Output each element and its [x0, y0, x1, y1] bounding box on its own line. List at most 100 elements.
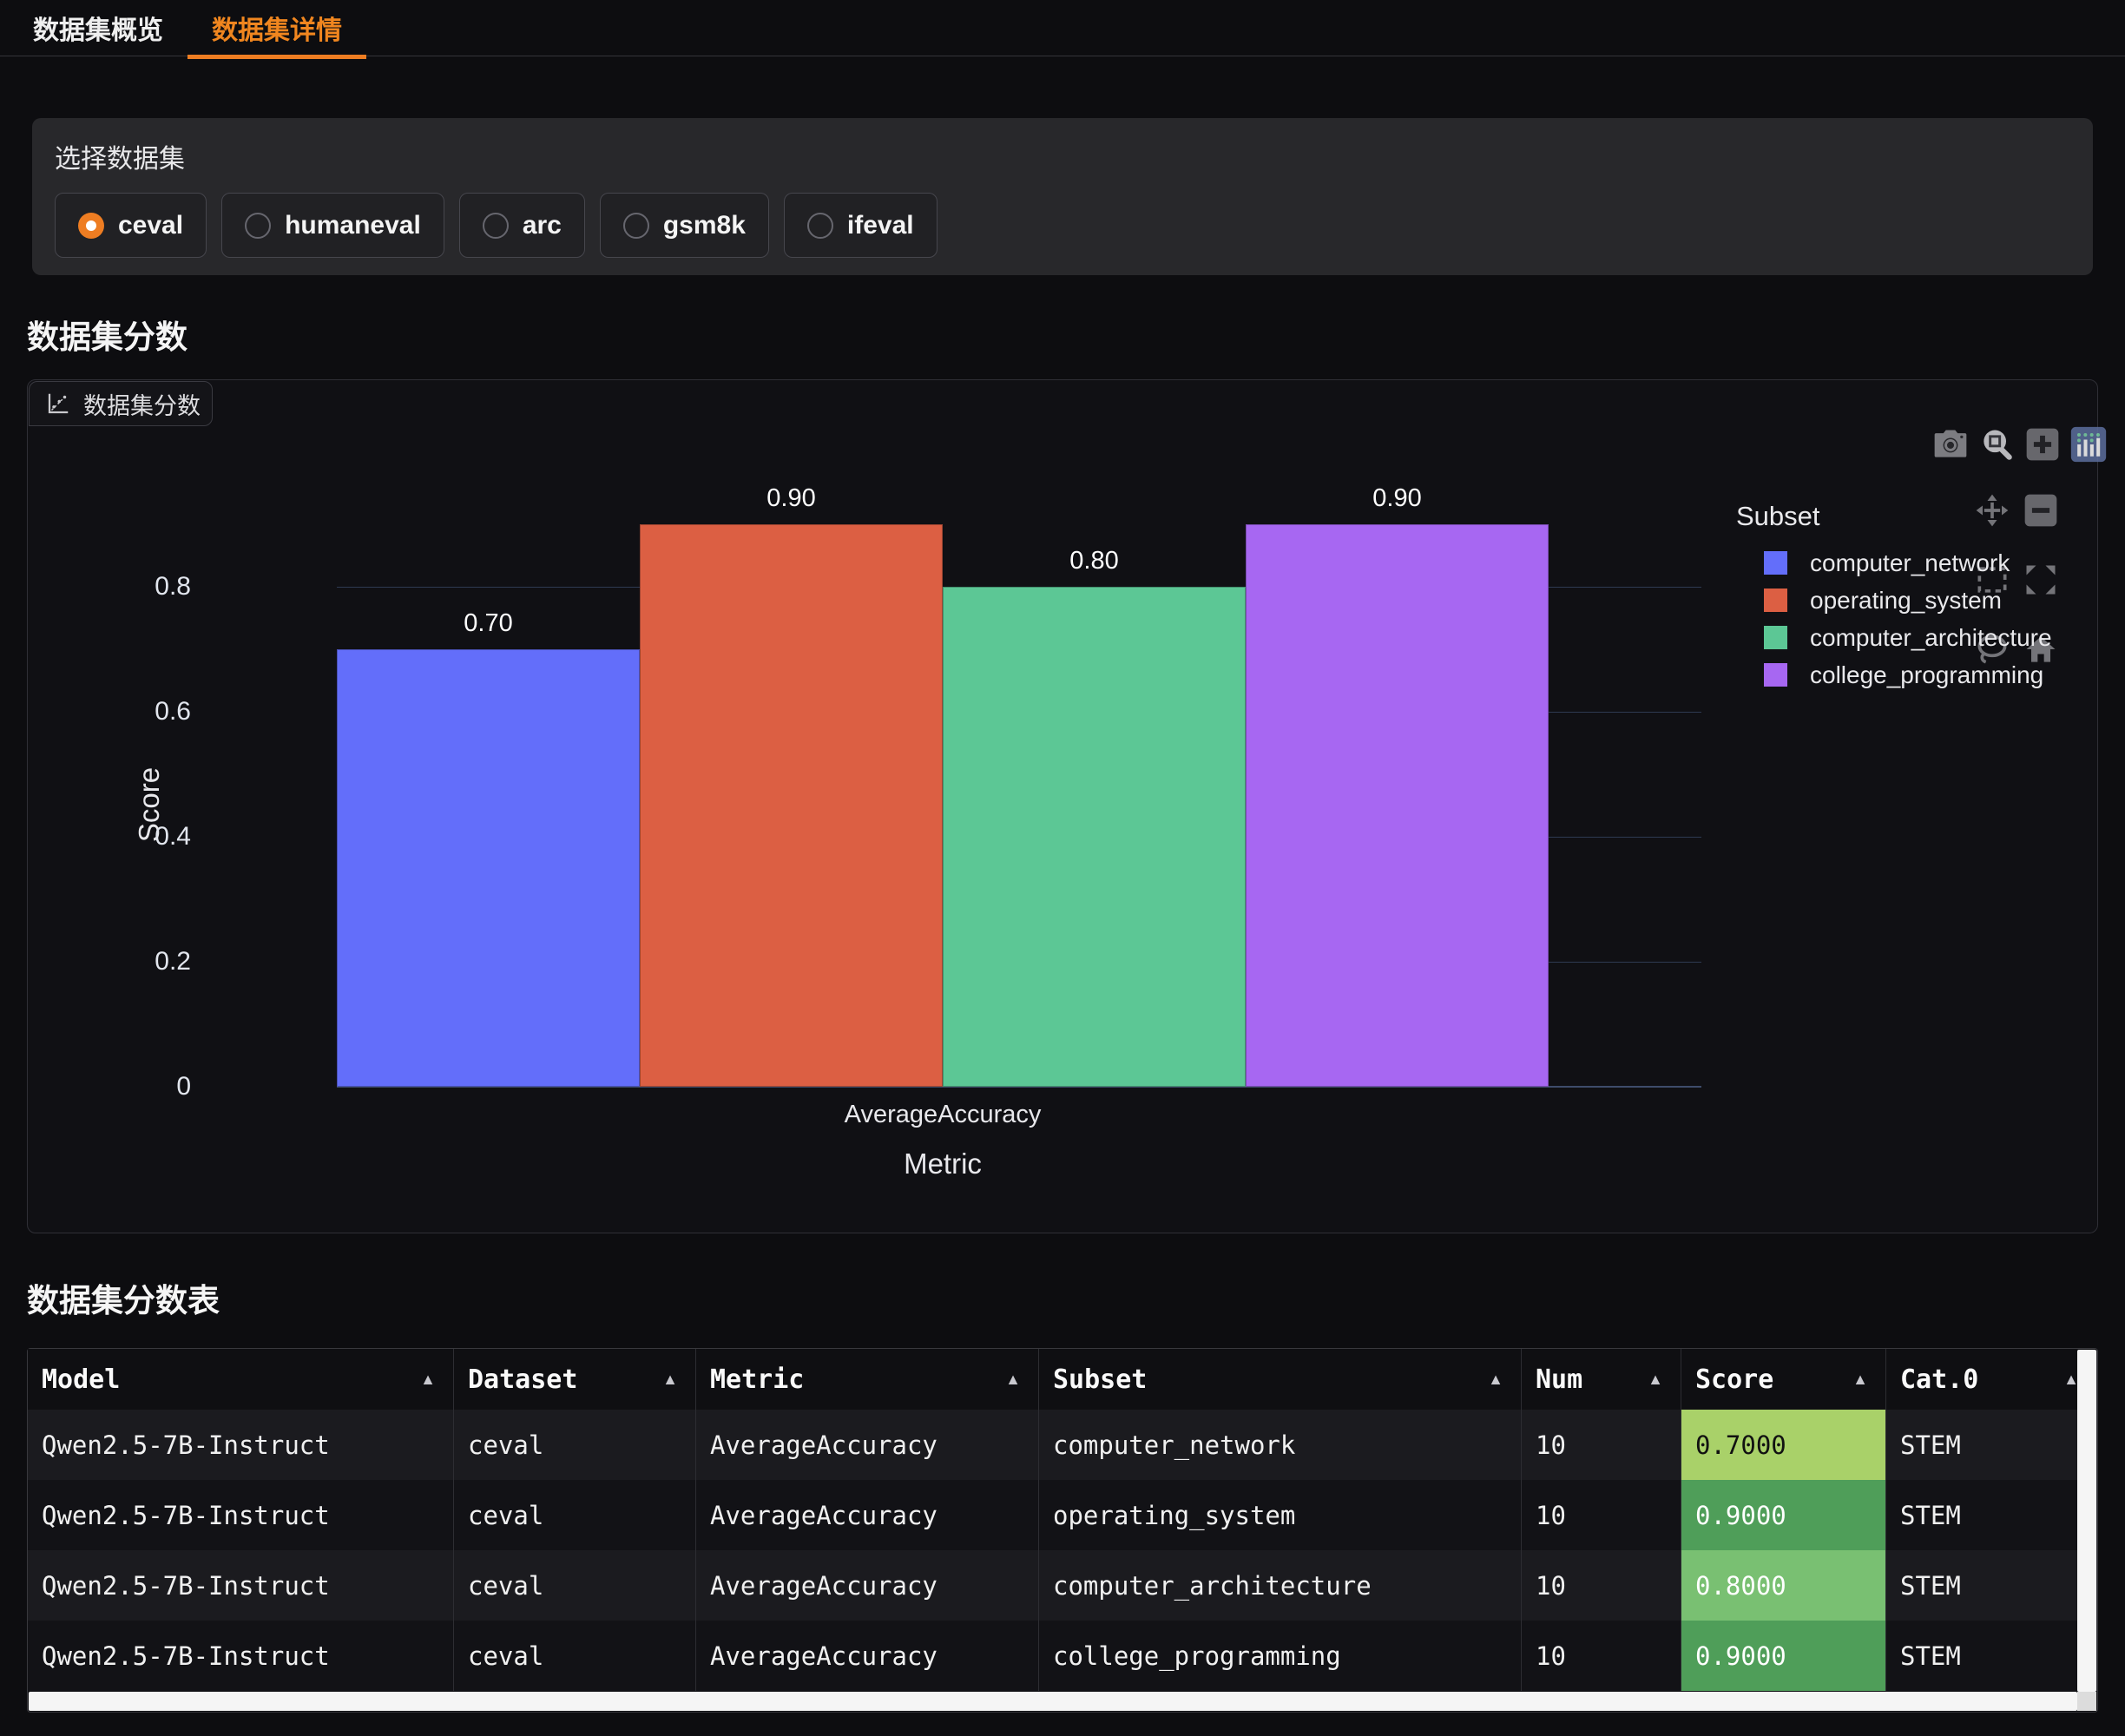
table-row: Qwen2.5-7B-InstructcevalAverageAccuracyc… — [28, 1550, 2097, 1621]
y-tick-label: 0.4 — [78, 821, 191, 852]
radio-option-label: ifeval — [847, 211, 914, 240]
table-cell-num: 10 — [1522, 1621, 1681, 1691]
legend-swatch-icon — [1764, 589, 1787, 612]
chart-chip: 数据集分数 — [29, 381, 213, 426]
table-cell-model: Qwen2.5-7B-Instruct — [28, 1480, 454, 1550]
table-cell-subset: computer_architecture — [1039, 1550, 1522, 1621]
table-header-num[interactable]: Num ▲ — [1522, 1349, 1681, 1410]
dataset-options: ceval humanevalarc gsm8k ifeval — [55, 193, 938, 258]
legend-items: computer_network operating_system computer… — [1736, 544, 2052, 694]
table-cell-subset: computer_network — [1039, 1410, 1522, 1480]
dataset-selector-label: 选择数据集 — [55, 137, 185, 175]
bar-value-label: 0.80 — [943, 547, 1246, 575]
legend-item-label: college_programming — [1810, 661, 2043, 689]
table-header-dataset[interactable]: Dataset▲ — [454, 1349, 696, 1410]
legend-item-label: computer_architecture — [1810, 624, 2052, 652]
legend-item-college_programming[interactable]: college_programming — [1736, 656, 2052, 694]
table-cell-metric: AverageAccuracy — [696, 1480, 1039, 1550]
column-label: Cat.0 — [1900, 1364, 1978, 1395]
camera-icon[interactable] — [1931, 425, 1970, 464]
bar-value-label: 0.90 — [1246, 484, 1549, 513]
tab-dataset-details[interactable]: 数据集详情 — [188, 0, 366, 59]
column-label: Subset — [1053, 1364, 1147, 1395]
table-header-subset[interactable]: Subset ▲ — [1039, 1349, 1522, 1410]
table-header-model[interactable]: Model▲ — [28, 1349, 454, 1410]
legend-swatch-icon — [1764, 626, 1787, 649]
radio-option-gsm8k[interactable]: gsm8k — [600, 193, 769, 258]
column-label: Metric — [710, 1364, 804, 1395]
plotly-logo-icon[interactable] — [2069, 425, 2108, 464]
table-cell-metric: AverageAccuracy — [696, 1410, 1039, 1480]
page: 数据集概览 数据集详情 选择数据集 ceval humanevalarc gsm8k… — [0, 0, 2125, 1736]
legend: Subset computer_networkoperating_systemc… — [1736, 501, 2052, 694]
table-cell-metric: AverageAccuracy — [696, 1550, 1039, 1621]
radio-option-label: gsm8k — [663, 211, 746, 240]
legend-item-computer_network[interactable]: computer_network — [1736, 544, 2052, 582]
table-cell-cat-0: STEM — [1886, 1480, 2097, 1550]
legend-swatch-icon — [1764, 663, 1787, 687]
sort-asc-icon: ▲ — [420, 1371, 436, 1389]
y-tick-label: 0.8 — [78, 571, 191, 602]
table-body: Qwen2.5-7B-InstructcevalAverageAccuracyc… — [28, 1410, 2097, 1691]
table-cell-cat-0: STEM — [1886, 1621, 2097, 1691]
column-label: Dataset — [468, 1364, 577, 1395]
table-cell-dataset: ceval — [454, 1550, 696, 1621]
bar-computer_network — [337, 649, 640, 1087]
radio-dot — [86, 220, 96, 231]
legend-item-label: computer_network — [1810, 549, 2010, 577]
bar-college_programming — [1246, 524, 1549, 1087]
table-cell-metric: AverageAccuracy — [696, 1621, 1039, 1691]
horizontal-scrollbar[interactable] — [29, 1692, 2077, 1711]
table-cell-cat-0: STEM — [1886, 1410, 2097, 1480]
legend-swatch-icon — [1764, 551, 1787, 575]
zoom-box-icon[interactable] — [1977, 425, 2016, 464]
table-cell-num: 10 — [1522, 1550, 1681, 1621]
radio-option-ifeval[interactable]: ifeval — [784, 193, 938, 258]
column-label: Num — [1536, 1364, 1582, 1395]
radio-unselected-icon — [623, 213, 649, 239]
radio-option-arc[interactable]: arc — [459, 193, 585, 258]
chart-section-title: 数据集分数 — [27, 311, 188, 358]
radio-unselected-icon — [245, 213, 271, 239]
y-tick-label: 0 — [78, 1071, 191, 1102]
table-cell-num: 10 — [1522, 1410, 1681, 1480]
table-cell-dataset: ceval — [454, 1410, 696, 1480]
column-label: Score — [1695, 1364, 1773, 1395]
legend-item-label: operating_system — [1810, 587, 2002, 615]
zoom-in-icon[interactable] — [2023, 425, 2062, 464]
legend-item-operating_system[interactable]: operating_system — [1736, 582, 2052, 619]
legend-item-computer_architecture[interactable]: computer_architecture — [1736, 619, 2052, 656]
table-cell-score: 0.7000 — [1681, 1410, 1886, 1480]
radio-unselected-icon — [483, 213, 509, 239]
sort-asc-icon: ▲ — [1852, 1371, 1868, 1389]
chart-chip-label: 数据集分数 — [83, 387, 201, 421]
scrollbar-corner — [2077, 1692, 2096, 1711]
vertical-scrollbar[interactable] — [2077, 1350, 2096, 1692]
table-row: Qwen2.5-7B-InstructcevalAverageAccuracyo… — [28, 1480, 2097, 1550]
table-cell-num: 10 — [1522, 1480, 1681, 1550]
bar-operating_system — [640, 524, 943, 1087]
bar-computer_architecture — [943, 587, 1246, 1087]
radio-option-humaneval[interactable]: humaneval — [221, 193, 444, 258]
table-cell-model: Qwen2.5-7B-Instruct — [28, 1550, 454, 1621]
bar-value-label: 0.70 — [337, 609, 640, 638]
table-cell-score: 0.9000 — [1681, 1621, 1886, 1691]
tab-dataset-overview[interactable]: 数据集概览 — [9, 0, 188, 55]
sort-asc-icon: ▲ — [1648, 1371, 1663, 1389]
y-tick-label: 0.2 — [78, 946, 191, 977]
table-row: Qwen2.5-7B-InstructcevalAverageAccuracyc… — [28, 1621, 2097, 1691]
table-header-score[interactable]: Score ▲ — [1681, 1349, 1886, 1410]
x-axis-title: Metric — [812, 1147, 1073, 1180]
table-header-cat-0[interactable]: Cat.0▲ — [1886, 1349, 2097, 1410]
table-cell-score: 0.8000 — [1681, 1550, 1886, 1621]
radio-option-label: ceval — [118, 211, 183, 240]
table-cell-score: 0.9000 — [1681, 1480, 1886, 1550]
sort-asc-icon: ▲ — [1488, 1371, 1503, 1389]
table-header-metric[interactable]: Metric▲ — [696, 1349, 1039, 1410]
x-tick-label: AverageAccuracy — [791, 1101, 1095, 1129]
chart-card: 数据集分数 Sco — [27, 379, 2098, 1233]
table-cell-model: Qwen2.5-7B-Instruct — [28, 1621, 454, 1691]
radio-option-ceval[interactable]: ceval — [55, 193, 207, 258]
legend-title: Subset — [1736, 501, 2052, 532]
table-section-title: 数据集分数表 — [27, 1274, 220, 1321]
